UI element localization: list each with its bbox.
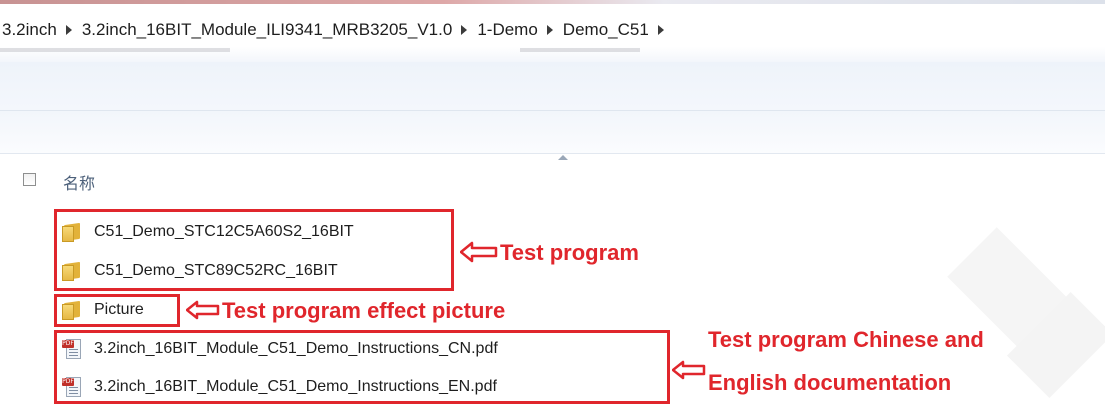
column-header-name[interactable]: 名称 [63,170,95,194]
breadcrumb-item-1-demo[interactable]: 1-Demo [477,20,537,40]
blurred-strip [0,48,230,52]
annotation-doc-line1: Test program Chinese and [708,327,984,352]
blurred-strip [520,48,640,52]
left-arrow-icon [672,360,706,380]
breadcrumb-chevron-icon[interactable] [657,25,664,35]
breadcrumb-item-module[interactable]: 3.2inch_16BIT_Module_ILI9341_MRB3205_V1.… [82,20,453,40]
annotation-doc-line2: English documentation [708,370,952,395]
highlight-box-picture [54,294,180,327]
breadcrumb-item-demo-c51[interactable]: Demo_C51 [563,20,649,40]
toolbar-secondary [0,111,1105,154]
select-all-checkbox[interactable] [23,173,36,186]
address-bar[interactable]: 3.2inch 3.2inch_16BIT_Module_ILI9341_MRB… [0,0,1105,63]
left-arrow-icon [186,300,220,320]
highlight-box-docs [54,330,670,404]
breadcrumb-chevron-icon[interactable] [461,25,468,35]
title-bar-strip [0,0,1105,4]
annotation-test-program: Test program [500,240,639,265]
breadcrumb-chevron-icon[interactable] [546,25,553,35]
toolbar [0,62,1105,111]
breadcrumb-chevron-icon[interactable] [65,25,72,35]
annotation-effect-picture: Test program effect picture [222,298,506,323]
left-arrow-icon [460,241,498,263]
sort-up-icon[interactable] [558,155,568,160]
breadcrumb: 3.2inch 3.2inch_16BIT_Module_ILI9341_MRB… [2,20,674,40]
breadcrumb-item-3-2inch[interactable]: 3.2inch [2,20,57,40]
highlight-box-test-program [54,209,454,291]
